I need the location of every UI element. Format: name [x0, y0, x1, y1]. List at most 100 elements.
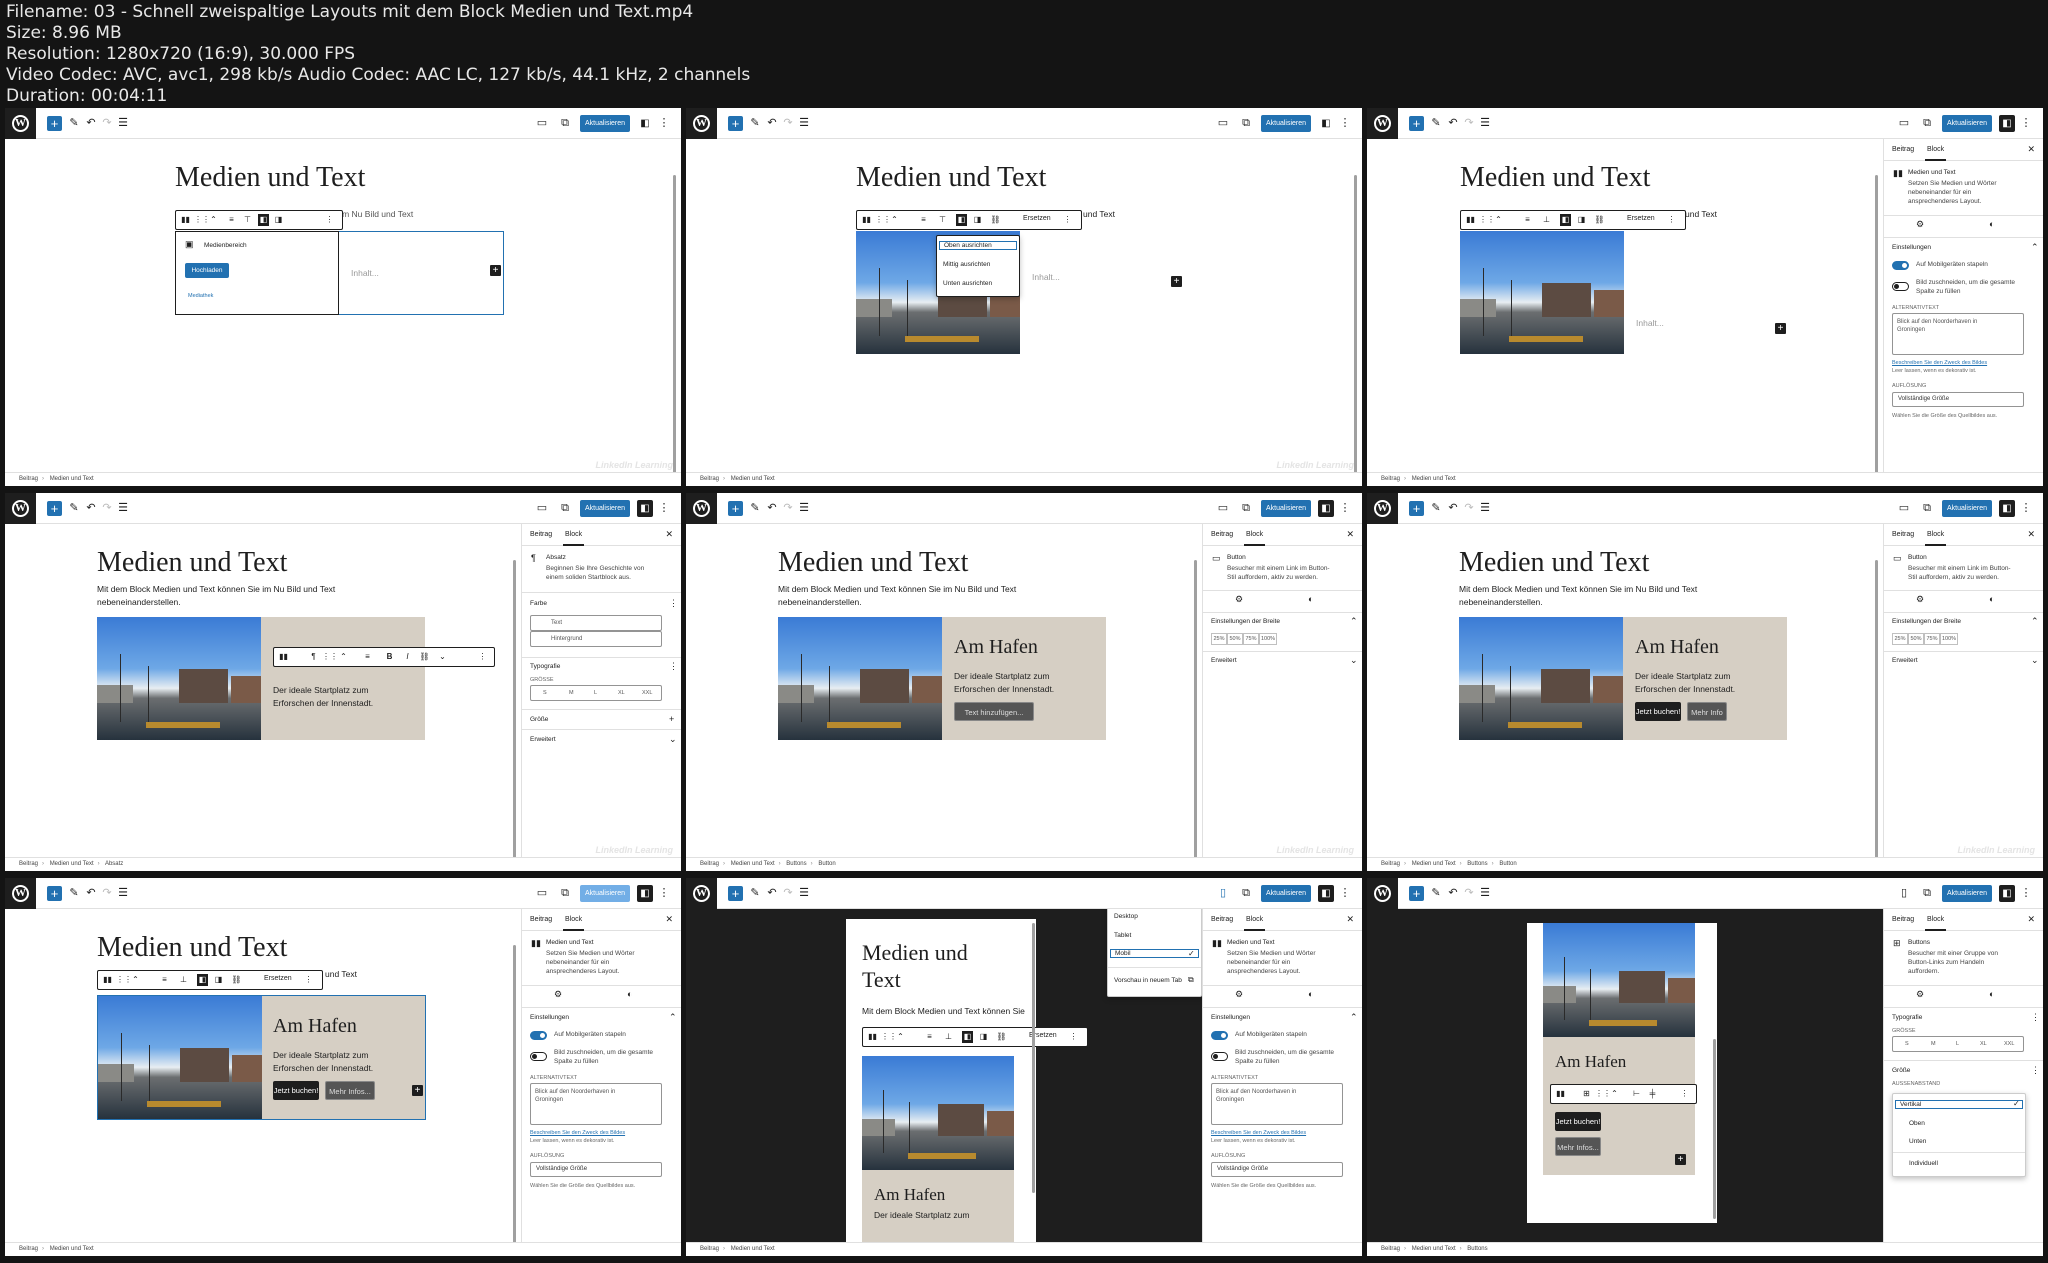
chevron-down-icon[interactable]: ⌄ [2031, 655, 2039, 666]
update-button[interactable]: Aktualisieren [580, 500, 630, 517]
drag-handle-icon[interactable]: ⋮⋮ [322, 651, 338, 663]
justify-left-icon[interactable]: ⊢ [1631, 1088, 1642, 1100]
page-title[interactable]: Medien und Text [778, 547, 968, 579]
pencil-icon[interactable]: ✎ [1429, 115, 1443, 131]
width-75[interactable]: 75% [1924, 633, 1940, 645]
block-type-icon[interactable]: ▮▮ [861, 214, 872, 226]
tab-post[interactable]: Beitrag [1211, 531, 1233, 538]
close-icon[interactable]: ✕ [2027, 529, 2035, 540]
desktop-preview-icon[interactable]: ▭ [1897, 115, 1911, 131]
link-icon[interactable]: ⛓ [1594, 214, 1605, 226]
redo-icon[interactable]: ↷ [100, 115, 114, 131]
breadcrumb-item[interactable]: Medien und Text [1412, 1246, 1456, 1252]
chevron-up-icon[interactable]: ⌃ [1350, 616, 1358, 627]
width-100[interactable]: 100% [1259, 633, 1277, 645]
tab-post[interactable]: Beitrag [530, 531, 552, 538]
undo-icon[interactable]: ↶ [765, 500, 779, 516]
list-view-icon[interactable]: ☰ [797, 885, 811, 901]
scrollbar[interactable] [513, 560, 516, 857]
add-block-button[interactable]: + [47, 116, 62, 131]
pencil-icon[interactable]: ✎ [748, 500, 762, 516]
breadcrumb-item[interactable]: Beitrag [1381, 1246, 1400, 1252]
breadcrumb-item[interactable]: Buttons [1467, 1246, 1487, 1252]
upload-button[interactable]: Hochladen [185, 263, 229, 278]
list-view-icon[interactable]: ☰ [116, 885, 130, 901]
content-column[interactable] [261, 617, 425, 740]
replace-button[interactable]: Ersetzen [1023, 215, 1051, 222]
list-view-icon[interactable]: ☰ [797, 500, 811, 516]
settings-toggle[interactable]: ◧ [1999, 885, 2015, 902]
undo-icon[interactable]: ↶ [84, 115, 98, 131]
block-type-icon[interactable]: ▮▮ [102, 974, 113, 986]
more-info-button[interactable]: Mehr Info [1687, 702, 1727, 721]
intro-tail[interactable]: und Text [325, 968, 357, 981]
stack-mobile-toggle[interactable] [530, 1031, 547, 1040]
external-link-icon[interactable]: ⧉ [1239, 115, 1253, 131]
tab-block[interactable]: Block [1924, 146, 1947, 161]
size-section[interactable]: Größe [1892, 1067, 1910, 1074]
more-icon[interactable]: ⋮ [303, 974, 314, 986]
close-icon[interactable]: ✕ [2027, 914, 2035, 925]
breadcrumb-item[interactable]: Beitrag [19, 861, 38, 867]
tab-block[interactable]: Block [1924, 531, 1947, 546]
crop-image-toggle[interactable] [1211, 1052, 1228, 1061]
italic-icon[interactable]: I [402, 651, 413, 663]
breadcrumb-item[interactable]: Medien und Text [731, 861, 775, 867]
inserter-plus-icon[interactable]: + [1775, 323, 1786, 334]
pencil-icon[interactable]: ✎ [748, 115, 762, 131]
width-75[interactable]: 75% [1243, 633, 1259, 645]
align-icon[interactable]: ≡ [362, 651, 373, 663]
update-button[interactable]: Aktualisieren [580, 885, 630, 902]
align-icon[interactable]: ≡ [226, 214, 237, 226]
pencil-icon[interactable]: ✎ [1429, 500, 1443, 516]
tab-post[interactable]: Beitrag [1892, 916, 1914, 923]
section-heading[interactable]: Am Hafen [1635, 636, 1719, 659]
external-link-icon[interactable]: ⧉ [558, 500, 572, 516]
section-heading[interactable]: Am Hafen [954, 636, 1038, 659]
more-icon[interactable]: ⋮ [1679, 1088, 1690, 1100]
desktop-preview-icon[interactable]: ▭ [1897, 500, 1911, 516]
page-title-line1[interactable]: Medien und [862, 940, 968, 966]
color-background-option[interactable]: Hintergrund [530, 631, 662, 647]
block-toolbar[interactable]: ▮▮ ⋮⋮ ⌃ ≡ ⊥ ◧ ◨ ⛓ Ersetzen ⋮ [1460, 210, 1686, 230]
close-icon[interactable]: ✕ [1346, 529, 1354, 540]
vertical-align-icon[interactable]: ⊥ [943, 1031, 954, 1043]
add-block-button[interactable]: + [1409, 501, 1424, 516]
move-up-icon[interactable]: ⌃ [895, 1031, 906, 1043]
section-heading[interactable]: Am Hafen [874, 1185, 945, 1205]
advanced-heading[interactable]: Erweitert [1892, 657, 1918, 664]
wordpress-logo-icon[interactable]: W [686, 493, 717, 524]
breadcrumb-item[interactable]: Beitrag [700, 1246, 719, 1252]
spacing-vertical[interactable]: Vertikal [1895, 1100, 2023, 1109]
spacing-bottom[interactable]: Unten [1909, 1138, 1926, 1145]
lead-paragraph[interactable]: Der ideale Startplatz zum Erforschen der … [273, 684, 373, 710]
wordpress-logo-icon[interactable]: W [686, 878, 717, 909]
breadcrumb-item[interactable]: Beitrag [1381, 476, 1400, 482]
scrollbar[interactable] [1713, 1039, 1716, 1219]
styles-contrast-icon[interactable]: ◐ [1989, 989, 1994, 999]
resolution-select[interactable]: Vollständige Größe [1211, 1162, 1343, 1177]
list-view-icon[interactable]: ☰ [116, 500, 130, 516]
book-now-button[interactable]: Jetzt buchen! [273, 1081, 319, 1100]
scrollbar[interactable] [1875, 560, 1878, 857]
desktop-preview-icon[interactable]: ▭ [535, 115, 549, 131]
crop-image-toggle[interactable] [1892, 282, 1909, 291]
inserter-plus-icon[interactable]: + [1171, 276, 1182, 287]
harbor-photo[interactable] [98, 996, 262, 1119]
scrollbar[interactable] [1194, 560, 1197, 857]
more-vertical-icon[interactable]: ⋮ [2031, 1065, 2040, 1076]
chevron-up-icon[interactable]: ⌃ [2031, 242, 2039, 253]
external-link-icon[interactable]: ⧉ [1920, 115, 1934, 131]
alt-text-field[interactable]: Blick auf den Noorderhaven in Groningen [1211, 1083, 1343, 1125]
media-right-icon[interactable]: ◨ [972, 214, 983, 226]
external-link-icon[interactable]: ⧉ [558, 115, 572, 131]
desktop-preview-icon[interactable]: ▭ [1216, 500, 1230, 516]
update-button[interactable]: Aktualisieren [580, 115, 630, 132]
breadcrumb-item[interactable]: Medien und Text [50, 861, 94, 867]
add-block-button[interactable]: + [728, 886, 743, 901]
breadcrumb-item[interactable]: Beitrag [700, 476, 719, 482]
align-bottom-option[interactable]: Unten ausrichten [943, 280, 992, 287]
replace-button[interactable]: Ersetzen [264, 975, 292, 982]
block-type-icon[interactable]: ▮▮ [180, 214, 191, 226]
breadcrumb-item[interactable]: Beitrag [19, 476, 38, 482]
